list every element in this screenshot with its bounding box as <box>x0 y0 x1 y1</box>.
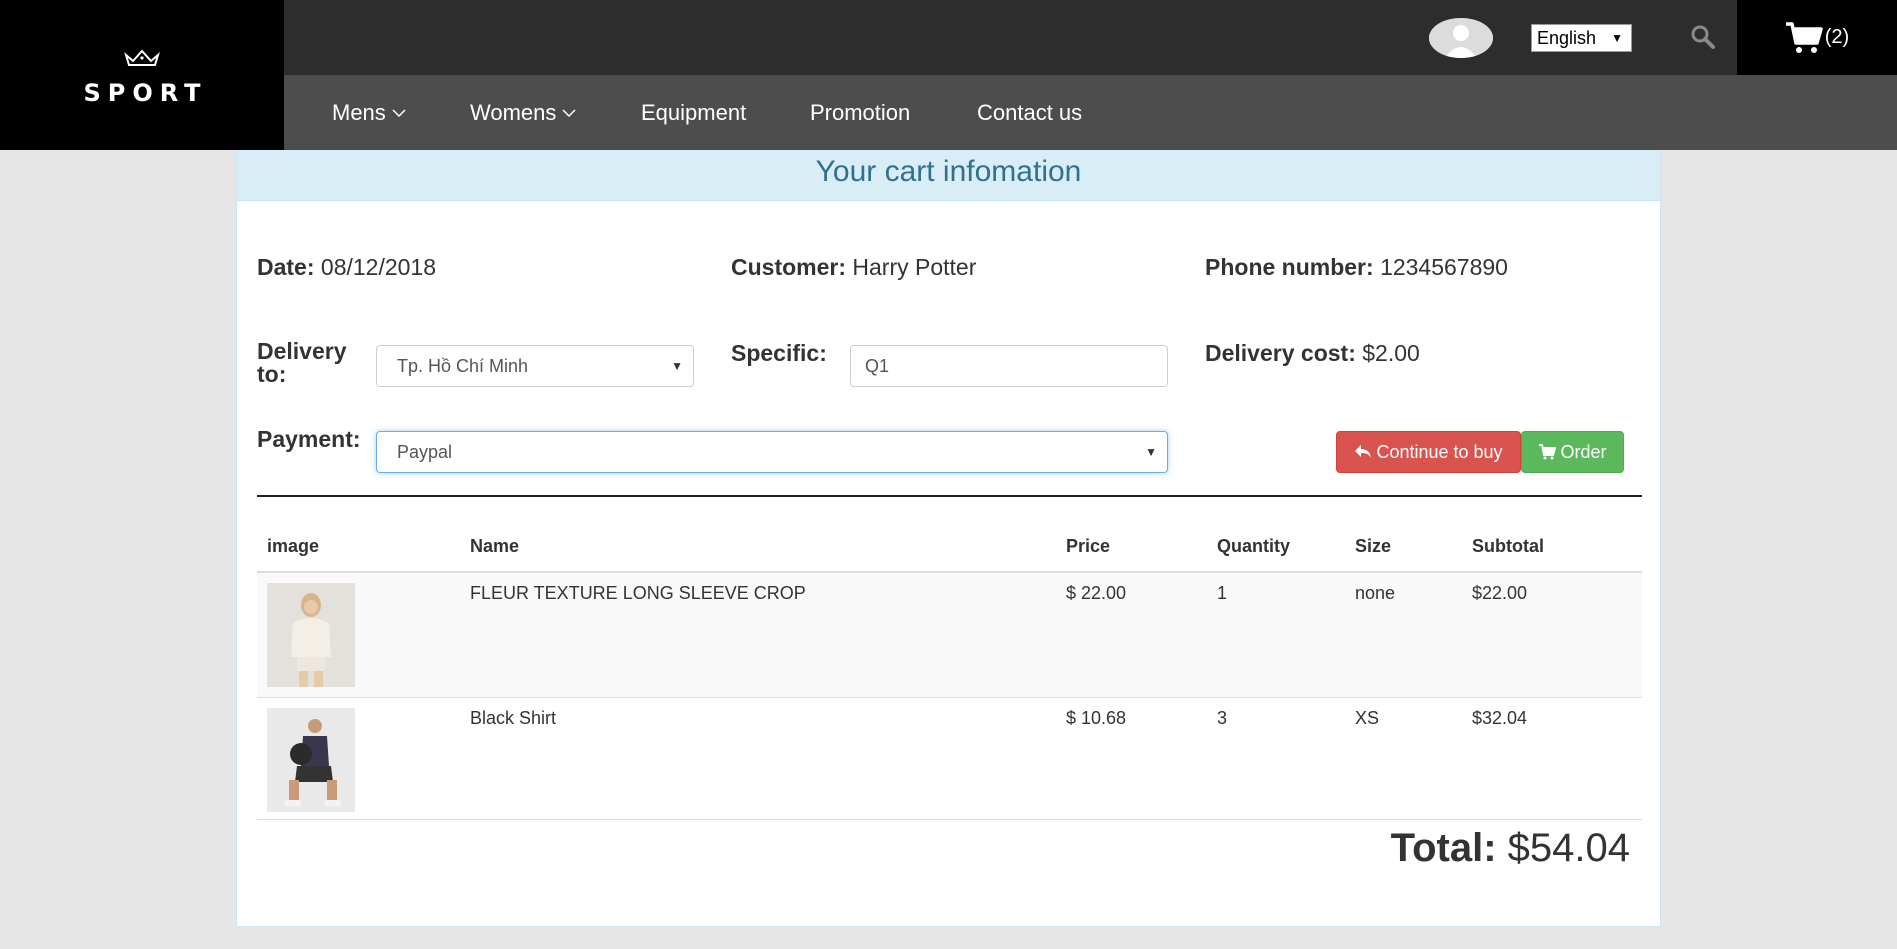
delivery-value: Tp. Hồ Chí Minh <box>397 356 529 376</box>
payment-value: Paypal <box>397 442 453 462</box>
cart-icon <box>1539 444 1557 460</box>
chevron-down-icon <box>392 108 406 117</box>
brand-name: SPORT <box>83 79 208 107</box>
total-value: $54.04 <box>1507 826 1630 870</box>
phone-field: Phone number: 1234567890 <box>1205 254 1508 281</box>
order-label: Order <box>1560 441 1607 462</box>
table-row: FLEUR TEXTURE LONG SLEEVE CROP $ 22.00 1… <box>257 571 1642 698</box>
reply-icon <box>1355 445 1372 458</box>
date-value: 08/12/2018 <box>320 254 437 280</box>
nav-item-equipment[interactable]: Equipment <box>641 75 746 150</box>
cell-name: FLEUR TEXTURE LONG SLEEVE CROP <box>460 571 1056 698</box>
date-field: Date: 08/12/2018 <box>257 254 436 281</box>
specific-input[interactable]: Q1 <box>850 345 1168 387</box>
nav-label: Contact us <box>977 100 1083 125</box>
specific-label: Specific: <box>731 340 827 367</box>
column-header: Size <box>1345 520 1462 573</box>
specific-label-text: Specific: <box>731 340 827 366</box>
cell-size: none <box>1345 571 1462 698</box>
cart-panel: Your cart infomation Date: 08/12/2018 Cu… <box>236 150 1661 927</box>
column-header: Price <box>1056 520 1207 573</box>
delivery-cost-field: Delivery cost: $2.00 <box>1205 340 1420 367</box>
dropdown-arrow-icon: ▼ <box>671 359 683 373</box>
user-avatar[interactable] <box>1429 18 1493 58</box>
payment-label-text: Payment: <box>257 426 361 452</box>
continue-label: Continue to buy <box>1376 441 1503 462</box>
nav-item-promotion[interactable]: Promotion <box>810 75 910 150</box>
cell-quantity: 3 <box>1207 697 1345 823</box>
brand-logo[interactable]: SPORT <box>0 0 284 150</box>
table-bottom-border <box>257 819 1642 820</box>
customer-value: Harry Potter <box>852 254 977 280</box>
column-header: Quantity <box>1207 520 1345 573</box>
language-value: English <box>1537 28 1597 48</box>
product-image[interactable] <box>267 583 355 687</box>
user-icon <box>1429 18 1493 58</box>
search-icon[interactable] <box>1690 24 1716 50</box>
continue-to-buy-button[interactable]: Continue to buy <box>1336 431 1521 473</box>
delivery-label: Delivery to: <box>257 340 347 386</box>
cell-price: $ 10.68 <box>1056 697 1207 823</box>
cell-size: XS <box>1345 697 1462 823</box>
date-label: Date: <box>257 254 315 280</box>
delivery-cost-value: $2.00 <box>1362 340 1420 366</box>
cell-price: $ 22.00 <box>1056 571 1207 698</box>
phone-label: Phone number: <box>1205 254 1374 280</box>
table-header-row: image Name Price Quantity Size Subtotal <box>257 520 1642 573</box>
cart-button[interactable]: (2) <box>1737 0 1897 75</box>
delivery-label-line2: to: <box>257 361 287 387</box>
delivery-cost-label: Delivery cost: <box>1205 340 1356 366</box>
cell-subtotal: $22.00 <box>1462 571 1642 698</box>
cell-quantity: 1 <box>1207 571 1345 698</box>
column-header: Subtotal <box>1462 520 1642 573</box>
page-title: Your cart infomation <box>237 150 1660 201</box>
payment-select[interactable]: Paypal ▼ <box>376 431 1168 473</box>
nav-label: Equipment <box>641 100 747 125</box>
customer-field: Customer: Harry Potter <box>731 254 976 281</box>
chevron-down-icon <box>562 108 576 117</box>
nav-item-womens[interactable]: Womens <box>470 75 576 150</box>
dropdown-arrow-icon: ▼ <box>1145 445 1157 459</box>
crown-icon <box>124 49 160 66</box>
table-row: Black Shirt $ 10.68 3 XS $32.04 <box>257 697 1642 823</box>
cell-subtotal: $32.04 <box>1462 697 1642 823</box>
phone-value: 1234567890 <box>1380 254 1508 280</box>
column-header: Name <box>460 520 1056 573</box>
delivery-select[interactable]: Tp. Hồ Chí Minh ▼ <box>376 345 694 387</box>
column-header: image <box>257 520 460 573</box>
customer-label: Customer: <box>731 254 847 280</box>
total-label: Total: <box>1390 826 1497 870</box>
nav-label: Mens <box>332 100 386 125</box>
cell-name: Black Shirt <box>460 697 1056 823</box>
nav-label: Womens <box>470 100 557 125</box>
cell-image <box>257 697 460 823</box>
divider <box>257 495 1642 497</box>
nav-label: Promotion <box>810 100 911 125</box>
language-select[interactable]: English ▼ <box>1531 24 1632 52</box>
nav-item-contact[interactable]: Contact us <box>977 75 1082 150</box>
payment-label: Payment: <box>257 426 361 453</box>
top-bar <box>284 0 1737 75</box>
cart-count: (2) <box>1824 26 1850 48</box>
cell-image <box>257 571 460 698</box>
order-total: Total: $54.04 <box>1391 826 1630 871</box>
cart-table: image Name Price Quantity Size Subtotal <box>257 520 1642 823</box>
cart-icon <box>1785 21 1823 53</box>
dropdown-arrow-icon: ▼ <box>1611 31 1623 45</box>
product-image[interactable] <box>267 708 355 812</box>
nav-item-mens[interactable]: Mens <box>332 75 406 150</box>
order-button[interactable]: Order <box>1521 431 1624 473</box>
main-nav: Mens Womens Equipment Promotion Contact … <box>284 75 1897 150</box>
